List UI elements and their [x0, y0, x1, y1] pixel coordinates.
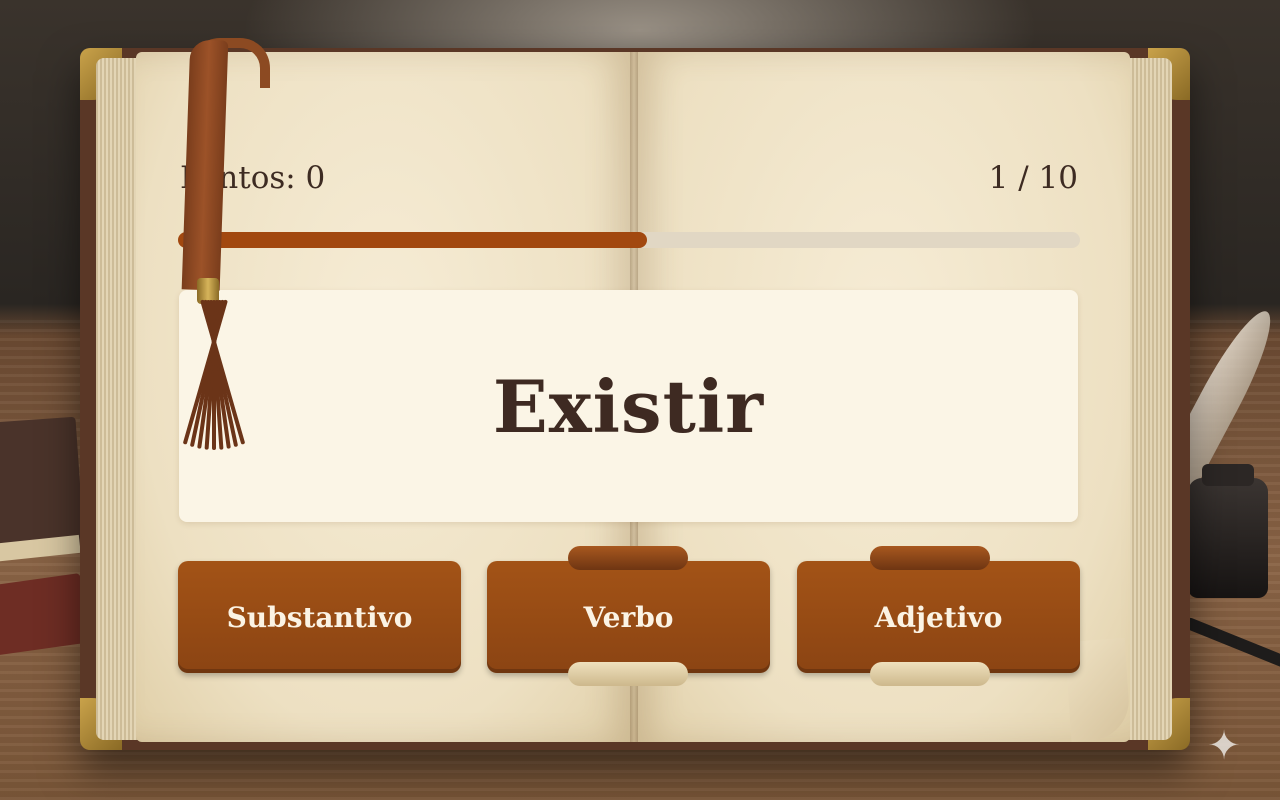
word-card: Existir: [179, 290, 1078, 522]
answer-button-verbo[interactable]: Verbo: [487, 561, 770, 673]
answer-button-substantivo[interactable]: Substantivo: [178, 561, 461, 673]
scroll-roll-decoration: [568, 546, 688, 570]
sparkle-icon: ✦: [1207, 723, 1241, 769]
scroll-roll-decoration: [870, 662, 990, 686]
scroll-roll-decoration: [568, 662, 688, 686]
answer-button-adjetivo[interactable]: Adjetivo: [797, 561, 1080, 673]
stacked-book: [0, 416, 85, 554]
progress-bar-fill: [178, 232, 648, 248]
page-edges-right: [1126, 58, 1172, 740]
question-word: Existir: [492, 363, 765, 449]
scroll-roll-decoration: [870, 546, 990, 570]
tassel-icon: [178, 299, 246, 454]
answer-options: Substantivo Verbo Adjetivo: [178, 561, 1080, 673]
ink-bottle: [1188, 464, 1268, 598]
question-counter: 1 / 10: [988, 160, 1078, 196]
side-book-stack: [0, 416, 90, 740]
ink-bottle-cap: [1202, 464, 1254, 486]
stacked-book: [0, 573, 90, 657]
progress-bar: [178, 232, 1080, 248]
